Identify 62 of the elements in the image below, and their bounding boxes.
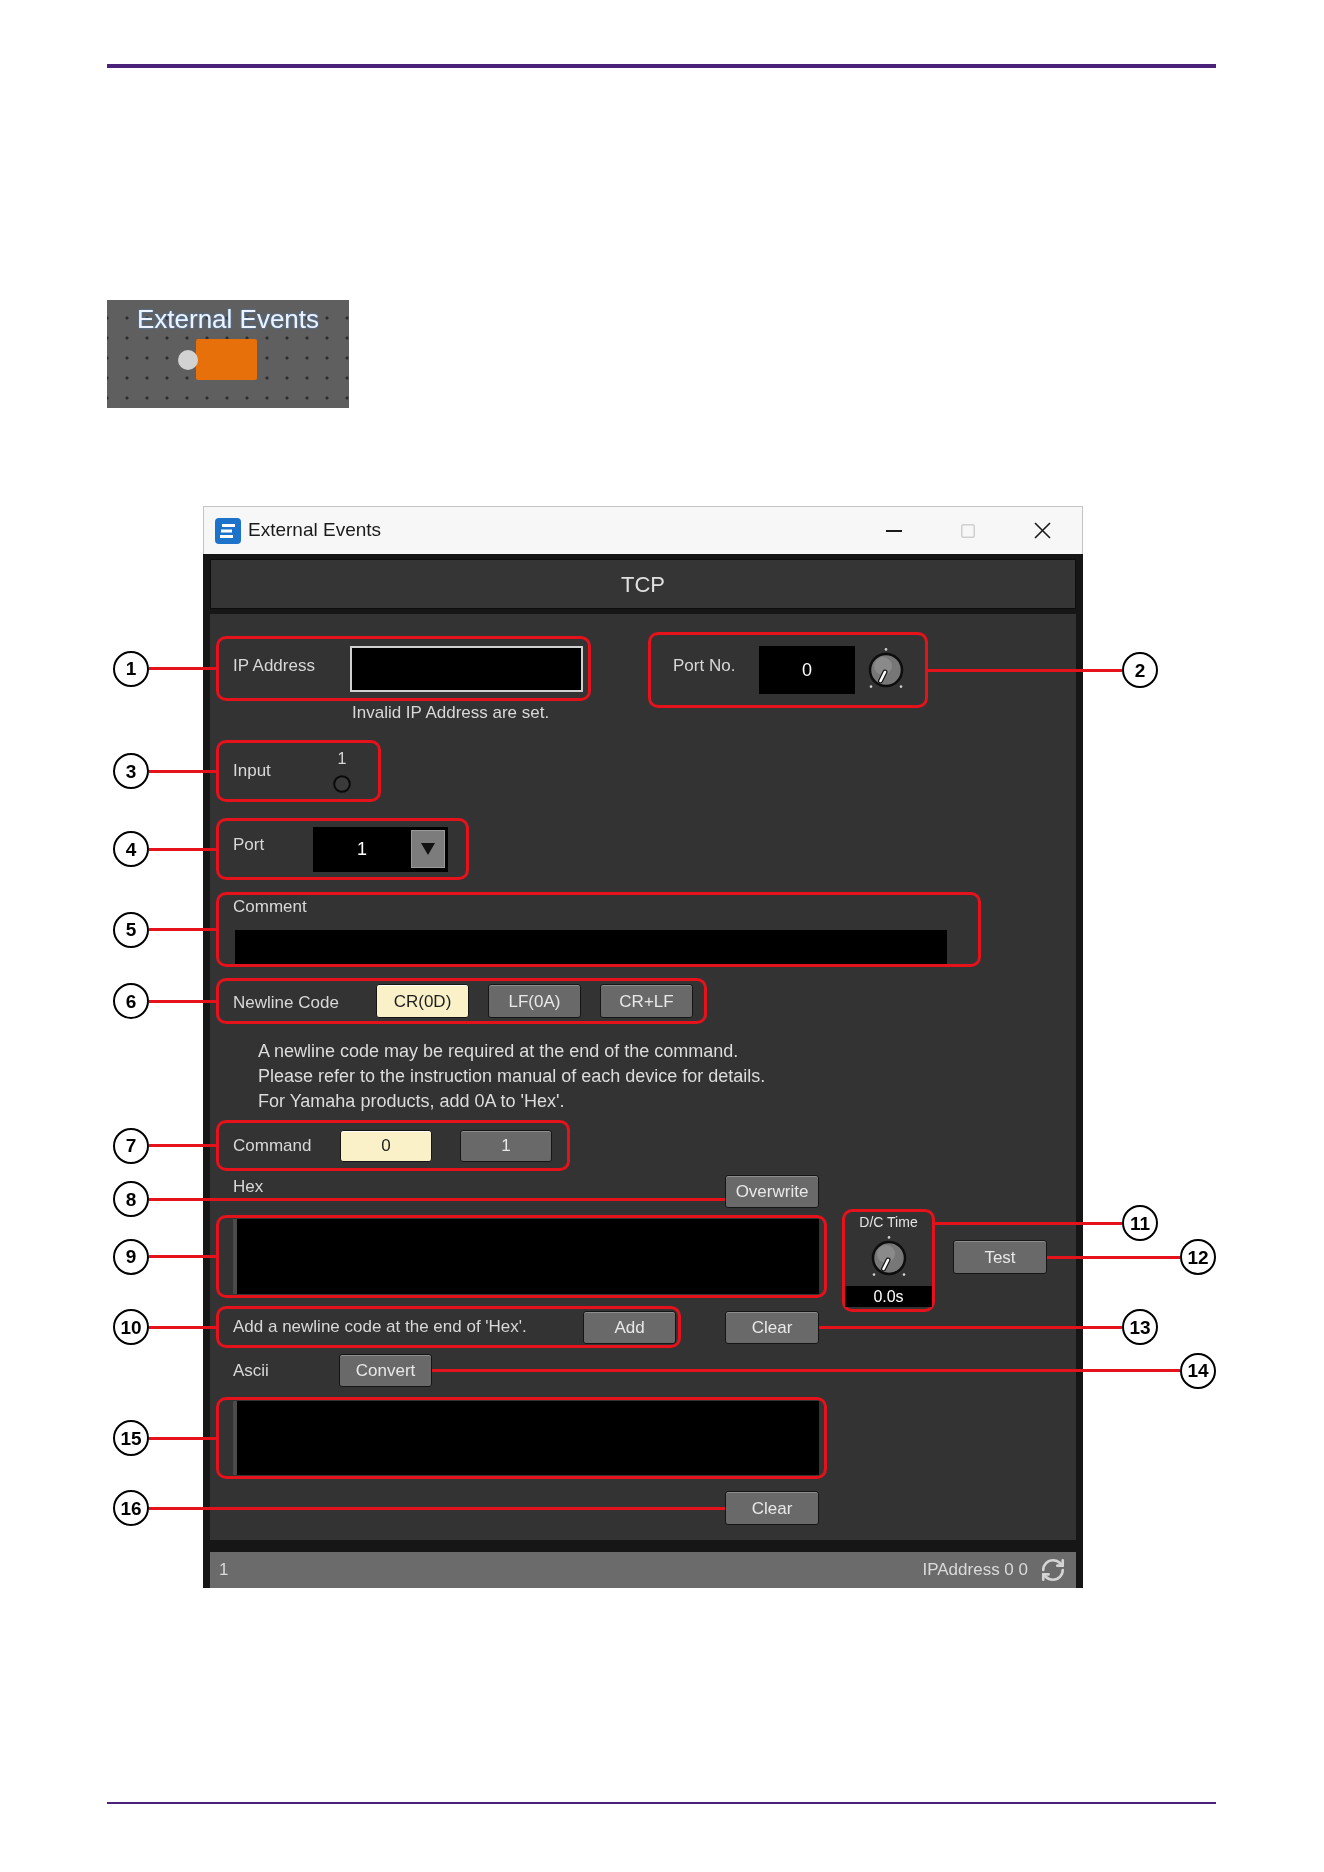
callout-number: 7	[113, 1127, 149, 1164]
minimize-icon	[886, 529, 902, 532]
app-logo-icon	[215, 517, 241, 544]
validation-message: Invalid IP Address are set.	[352, 702, 550, 724]
field-label: Port	[233, 835, 265, 854]
section-header: TCP	[210, 559, 1076, 609]
callout-number: 4	[113, 831, 149, 867]
comment-field[interactable]	[235, 930, 947, 964]
note-text: A newline code may be required at the end of the command.	[258, 1040, 739, 1063]
callout-number: 15	[113, 1420, 149, 1456]
status-text: 1	[219, 1559, 229, 1582]
field-label: Newline Code	[233, 993, 339, 1012]
clear-button[interactable]: Clear	[725, 1310, 819, 1344]
newline-code-button[interactable]: CR(0D)	[376, 984, 469, 1018]
callout-number: 14	[1180, 1352, 1216, 1389]
refresh-icon[interactable]	[1040, 1557, 1066, 1583]
close-icon	[1033, 522, 1051, 539]
ip-address-field[interactable]	[350, 645, 583, 692]
field-label: Command	[233, 1135, 312, 1155]
callout-number: 2	[1122, 652, 1158, 688]
instruction-text: Add a newline code at the end of 'Hex'.	[233, 1317, 527, 1336]
caret-down-icon	[421, 843, 435, 855]
clear-button[interactable]: Clear	[725, 1491, 819, 1525]
overwrite-button[interactable]: Overwrite	[725, 1175, 819, 1208]
note-text: For Yamaha products, add 0A to 'Hex'.	[258, 1090, 565, 1113]
callout-number: 11	[1122, 1205, 1158, 1241]
command-button[interactable]: 1	[460, 1129, 552, 1162]
newline-code-button[interactable]: CR+LF	[600, 984, 693, 1018]
field-label: D/C Time	[859, 1214, 918, 1230]
callout-number: 5	[113, 911, 149, 948]
callout-number: 10	[113, 1309, 149, 1345]
port-number-field[interactable]: 0	[759, 646, 855, 694]
field-label: Input	[233, 761, 271, 780]
command-button[interactable]: 0	[340, 1129, 432, 1162]
callout-number: 6	[113, 983, 149, 1019]
note-text: Please refer to the instruction manual of each device for details.	[258, 1065, 766, 1088]
convert-button[interactable]: Convert	[339, 1354, 432, 1387]
field-label: IP Address	[233, 655, 315, 675]
test-button[interactable]: Test	[953, 1240, 1047, 1274]
maximize-icon	[961, 523, 975, 538]
callout-number: 13	[1122, 1309, 1158, 1345]
add-button[interactable]: Add	[583, 1310, 676, 1344]
node-title: External Events	[136, 304, 320, 334]
callout-number: 9	[113, 1238, 149, 1275]
field-label: Hex	[233, 1177, 264, 1196]
newline-code-button[interactable]: LF(0A)	[488, 984, 581, 1018]
callout-number: 16	[113, 1490, 149, 1526]
field-label: Port No.	[673, 656, 736, 675]
callout-number: 3	[113, 753, 149, 789]
callout-number: 1	[113, 650, 149, 687]
value-display: 0.0s	[845, 1286, 932, 1307]
callout-number: 12	[1180, 1239, 1216, 1275]
channel-number: 1	[337, 749, 347, 768]
dropdown-arrow-button[interactable]	[411, 830, 445, 868]
field-label: Comment	[233, 897, 307, 916]
callout-number: 8	[113, 1181, 149, 1217]
port-dropdown[interactable]: 1	[313, 826, 448, 872]
port-dot-icon	[178, 349, 198, 370]
status-text: IPAddress 0 0	[922, 1559, 1028, 1582]
field-label: Ascii	[233, 1360, 269, 1380]
node-body	[196, 339, 257, 380]
window-title: External Events	[248, 518, 382, 543]
